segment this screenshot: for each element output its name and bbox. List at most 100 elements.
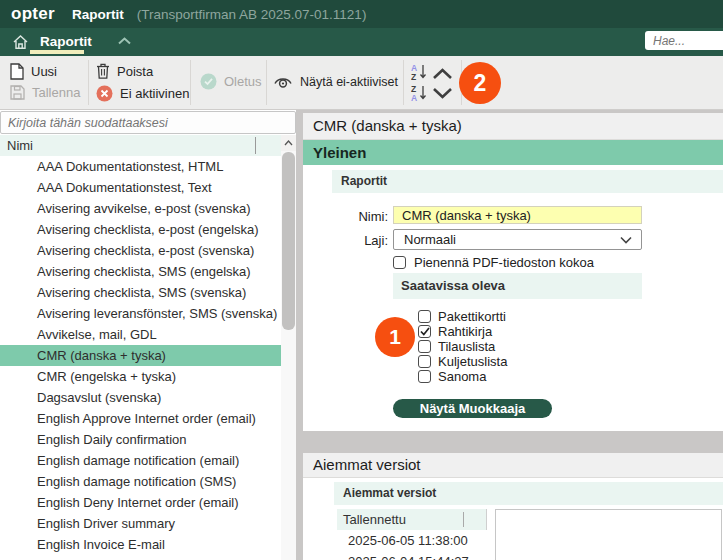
name-label: Nimi:	[340, 209, 388, 224]
list-item[interactable]: English Approve Internet order (email)	[0, 408, 281, 429]
report-type-row[interactable]: Kuljetuslista	[418, 354, 507, 369]
list-item-selected[interactable]: CMR (danska + tyska)	[0, 345, 281, 366]
checkbox-unchecked[interactable]	[418, 340, 431, 353]
select-chevron-icon	[620, 236, 632, 244]
list-item[interactable]: Avisering checklista, e-post (engelska)	[0, 219, 281, 240]
home-icon[interactable]	[12, 34, 29, 50]
new-button[interactable]: Uusi	[10, 63, 57, 80]
column-divider[interactable]	[255, 137, 256, 154]
sort-za-icon: ZA	[411, 84, 427, 102]
toolbar: Uusi Tallenna Poista Ei aktiivinen Oletu…	[0, 56, 723, 110]
versions-table: Tallennettu 2025-06-05 11:38:002025-06-0…	[337, 509, 487, 560]
type-select[interactable]: Normaali	[393, 229, 642, 250]
svg-text:Z: Z	[411, 72, 416, 81]
list-item[interactable]: English Invoice E-mail	[0, 534, 281, 555]
detail-section: CMR (danska + tyska) Yleinen Raportit Ni…	[303, 113, 723, 431]
navbar: Raportit	[0, 28, 723, 56]
step-badge-1: 1	[375, 317, 415, 357]
report-type-row[interactable]: Tilauslista	[418, 339, 507, 354]
default-label: Oletus	[224, 74, 262, 89]
checkbox-unchecked[interactable]	[418, 355, 431, 368]
report-list: AAA Dokumentationstest, HTMLAAA Dokument…	[0, 156, 281, 555]
versions-table-edge	[486, 509, 487, 530]
version-row[interactable]: 2025-06-05 11:38:00	[337, 530, 487, 551]
window-subtitle: (Transportfirman AB 2025.07-01.1121)	[137, 7, 367, 22]
type-select-value: Normaali	[404, 232, 456, 247]
toolbar-separator	[266, 60, 267, 105]
checkbox-checked[interactable]	[418, 325, 431, 338]
eye-icon	[273, 74, 293, 89]
inactive-button[interactable]: Ei aktiivinen	[96, 85, 189, 102]
list-item[interactable]: English damage notification (email)	[0, 450, 281, 471]
versions-column-header[interactable]: Tallennettu	[337, 509, 487, 530]
list-item[interactable]: Avvikelse, mail, GDL	[0, 324, 281, 345]
versions-title: Aiemmat versiot	[303, 453, 723, 478]
toolbar-separator	[88, 60, 89, 105]
window-title: Raportit	[72, 7, 124, 22]
list-item[interactable]: AAA Dokumentationstest, HTML	[0, 156, 281, 177]
list-item[interactable]: Dagsavslut (svenska)	[0, 387, 281, 408]
move-up-button[interactable]	[432, 67, 453, 80]
filter-input[interactable]	[0, 111, 296, 134]
versions-section: Aiemmat versiot Aiemmat versiot Tallenne…	[303, 453, 723, 560]
titlebar: opter Raportit (Transportfirman AB 2025.…	[0, 0, 723, 28]
list-item[interactable]: Avisering leveransfönster, SMS (svenska)	[0, 303, 281, 324]
delete-label: Poista	[117, 64, 153, 79]
move-down-button[interactable]	[432, 87, 453, 100]
report-type-row[interactable]: Rahtikirja	[418, 324, 507, 339]
scrollbar-thumb[interactable]	[282, 152, 295, 330]
list-item[interactable]: AAA Dokumentationstest, Text	[0, 177, 281, 198]
report-type-label: Sanoma	[438, 369, 486, 384]
list-item[interactable]: CMR (engelska + tyska)	[0, 366, 281, 387]
list-item[interactable]: English Deny Internet order (email)	[0, 492, 281, 513]
detail-title: CMR (danska + tyska)	[303, 113, 723, 140]
default-button[interactable]: Oletus	[200, 73, 262, 90]
collapse-chevron-icon[interactable]	[118, 37, 131, 45]
tab-active-underline	[30, 50, 84, 54]
scrollbar-up-arrow[interactable]	[281, 135, 296, 151]
version-row[interactable]: 2025-06-04 15:44:27	[337, 551, 487, 560]
show-inactive-button[interactable]: Näytä ei-aktiiviset	[273, 74, 398, 89]
list-item[interactable]: English Daily confirmation	[0, 429, 281, 450]
versions-group-header: Aiemmat versiot	[334, 482, 723, 505]
versions-column-divider	[463, 512, 464, 527]
delete-button[interactable]: Poista	[96, 63, 153, 79]
list-item[interactable]: Avisering checklista, SMS (engelska)	[0, 261, 281, 282]
list-item[interactable]: English Driver summary	[0, 513, 281, 534]
show-inactive-label: Näytä ei-aktiiviset	[300, 75, 398, 89]
show-editor-button[interactable]: Näytä Muokkaaja	[393, 399, 552, 418]
toolbar-separator	[403, 60, 404, 105]
list-column-header[interactable]: Nimi	[0, 135, 281, 156]
pdf-size-checkbox[interactable]	[393, 256, 406, 269]
save-button[interactable]: Tallenna	[10, 85, 80, 100]
list-item[interactable]: Avisering checklista, e-post (svenska)	[0, 240, 281, 261]
checkbox-unchecked[interactable]	[418, 310, 431, 323]
sort-descending-button[interactable]: ZA	[411, 84, 427, 102]
report-type-row[interactable]: Sanoma	[418, 369, 507, 384]
report-type-row[interactable]: Pakettikortti	[418, 309, 507, 324]
svg-text:A: A	[411, 93, 417, 102]
report-list-panel: Nimi AAA Dokumentationstest, HTMLAAA Dok…	[0, 110, 296, 560]
sort-az-icon: AZ	[411, 63, 427, 81]
new-document-icon	[10, 63, 24, 80]
step-badge-2: 2	[459, 62, 501, 104]
checkbox-unchecked[interactable]	[418, 370, 431, 383]
report-type-list: PakettikorttiRahtikirjaTilauslistaKuljet…	[418, 309, 507, 384]
report-type-label: Rahtikirja	[438, 324, 492, 339]
name-input[interactable]	[393, 206, 642, 224]
search-input[interactable]	[645, 31, 723, 50]
list-scrollbar[interactable]	[281, 135, 296, 560]
pdf-size-checkbox-row[interactable]: Pienennä PDF-tiedoston kokoa	[393, 255, 594, 270]
tab-raportit[interactable]: Raportit	[40, 34, 92, 49]
report-type-label: Pakettikortti	[438, 309, 506, 324]
list-item[interactable]: Avisering checklista, SMS (svenska)	[0, 282, 281, 303]
section-header-yleinen[interactable]: Yleinen	[303, 140, 723, 165]
inactive-label: Ei aktiivinen	[120, 86, 189, 101]
versions-column-header-label: Tallennettu	[343, 512, 406, 527]
list-item[interactable]: English damage notification (SMS)	[0, 471, 281, 492]
default-check-icon	[200, 73, 217, 90]
report-type-label: Tilauslista	[438, 339, 495, 354]
sort-ascending-button[interactable]: AZ	[411, 63, 427, 81]
list-item[interactable]: Avisering avvikelse, e-post (svenska)	[0, 198, 281, 219]
inactive-circle-x-icon	[96, 85, 113, 102]
